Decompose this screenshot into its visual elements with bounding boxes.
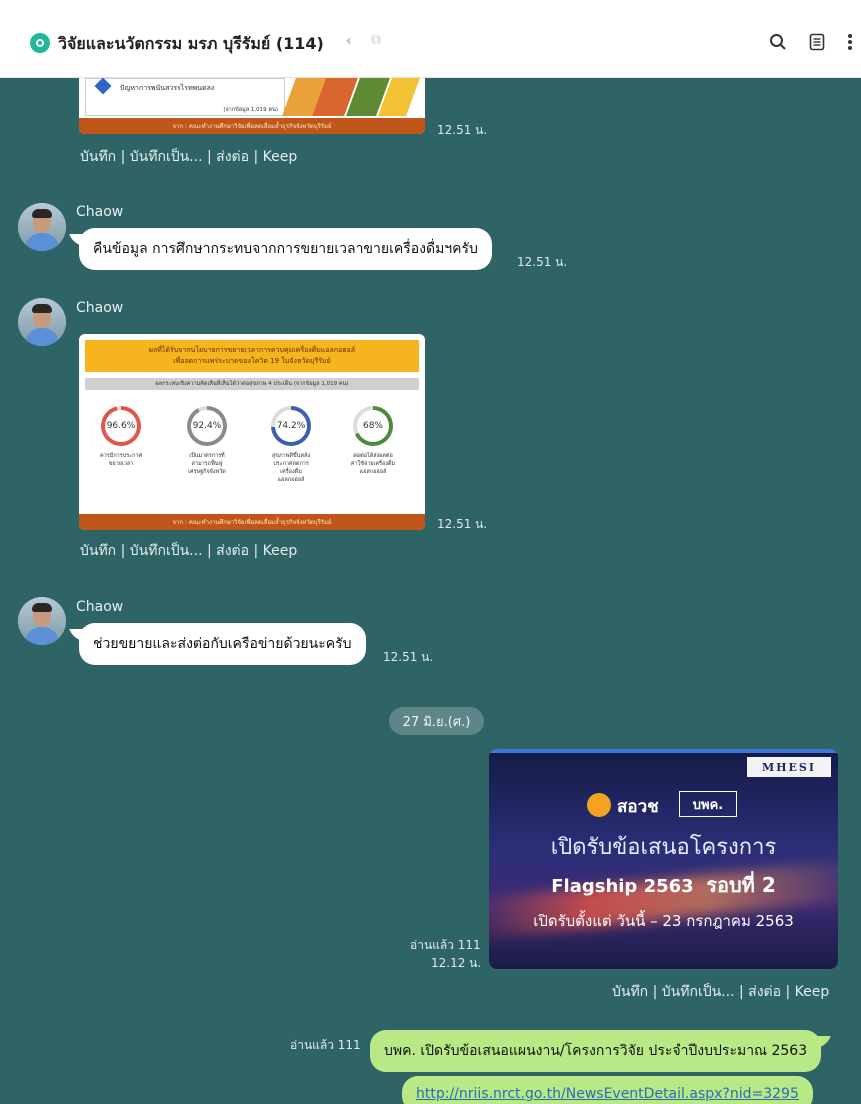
image-banner-line1: ผลที่ได้รับจากนโยบายการขยายเวลาการควบคุม… (148, 346, 356, 354)
image-caption-box: ปัญหาการพนันสวรรไรทพนดลง (จากข้อมูล 1,01… (85, 78, 285, 116)
promo-line2: Flagship 2563 รอบที่ 2 (489, 869, 838, 901)
stat-label: ควรมีการประกาศ ขยายเวลา (99, 453, 143, 467)
sorwor-logo-text: สอวช (617, 797, 659, 817)
copy-icon[interactable]: ⧉ (371, 32, 381, 48)
promo-image[interactable]: MHESI สอวช บพค. เปิดรับข้อเสนอโครงการ Fl… (489, 749, 838, 969)
sender-name: Chaow (76, 599, 124, 615)
chat-header: วิจัยและนวัตกรรม มรภ บุรีรัมย์ (114) 🔈︎ … (0, 0, 861, 78)
read-receipt: อ่านแล้ว 111 (290, 1038, 361, 1052)
image-subtitle: ผลกระทบเชิงความคิดเห็นที่เห็นได้ว่าต่อสุ… (85, 378, 419, 390)
avatar[interactable] (18, 298, 66, 346)
stat-item: 68% ต่อต่อได้ส่งผลต่อ ค่าใช้จ่ายเครื่องด… (349, 406, 397, 476)
message-time: 12.12 น. (431, 956, 482, 970)
sender-name: Chaow (76, 204, 124, 220)
message-time: 12.51 น. (517, 255, 568, 269)
message-bubble[interactable]: ช่วยขยายและส่งต่อกับเครือข่ายด้วยนะครับ (79, 623, 366, 665)
infographic-image-2[interactable]: ผลที่ได้รับจากนโยบายการขยายเวลาการควบคุม… (79, 334, 425, 530)
stat-ring: 96.6% (101, 406, 141, 446)
group-logo-icon (30, 33, 50, 53)
stat-item: 92.4% เป็นมาตรการที่ สามารถฟื้นฟู เศรษฐก… (183, 406, 231, 476)
promo-line3: เปิดรับตั้งแต่ วันนี้ – 23 กรกฎาคม 2563 (533, 912, 794, 930)
promo-line2-a: Flagship 2563 (551, 876, 694, 897)
mhesi-logo: MHESI (747, 757, 831, 777)
stat-item: 96.6% ควรมีการประกาศ ขยายเวลา (97, 406, 145, 468)
message-link[interactable]: http://nriis.nrct.go.th/NewsEventDetail.… (416, 1086, 799, 1102)
image-banner-line2: เพื่อลดการแพร่ระบาดของโควิด 19 ในจังหวัด… (173, 357, 331, 365)
my-message-bubble[interactable]: บพค. เปิดรับข้อเสนอแผนงาน/โครงการวิจัย ป… (370, 1030, 822, 1072)
stat-item: 74.2% สุขภาพดีขึ้นหลัง ประกาศลดการ เครื่… (267, 406, 315, 484)
image-actions[interactable]: บันทึก | บันทึกเป็น... | ส่งต่อ | Keep (80, 540, 297, 562)
promo-line2-b: รอบที่ 2 (706, 873, 776, 897)
image-actions[interactable]: บันทึก | บันทึกเป็น... | ส่งต่อ | Keep (80, 146, 297, 168)
notes-icon[interactable] (805, 30, 829, 54)
image-caption-line1: ปัญหาการพนันสวรรไรทพนดลง (120, 84, 215, 92)
image-footer: จาก : คณะทำงานศึกษาวิจัยเพื่อลดเลื่อมล้ำ… (79, 514, 425, 530)
my-link-bubble[interactable]: http://nriis.nrct.go.th/NewsEventDetail.… (402, 1076, 813, 1104)
sender-name: Chaow (76, 300, 124, 316)
avatar[interactable] (18, 597, 66, 645)
message-time: 12.51 น. (437, 123, 488, 137)
sorwor-logo-icon (587, 793, 611, 817)
image-caption-line2: (จากข้อมูล 1,019 คน) (223, 107, 278, 113)
speaker-muted-icon[interactable]: 🔈︎ (346, 33, 354, 49)
image-banner: ผลที่ได้รับจากนโยบายการขยายเวลาการควบคุม… (85, 340, 419, 372)
stat-label: สุขภาพดีขึ้นหลัง ประกาศลดการ เครื่องดื่ม… (271, 453, 311, 483)
more-vertical-icon[interactable] (838, 30, 861, 54)
date-separator: 27 มิ.ย.(ศ.) (389, 707, 484, 735)
stat-ring: 68% (353, 406, 393, 446)
read-receipt: อ่านแล้ว 111 (410, 938, 481, 952)
infographic-image-1[interactable]: ปัญหาการพนันสวรรไรทพนดลง (จากข้อมูล 1,01… (79, 78, 425, 134)
message-time: 12.51 น. (437, 517, 488, 531)
search-icon[interactable] (766, 30, 790, 54)
message-time: 12.51 น. (383, 650, 434, 664)
image-actions[interactable]: บันทึก | บันทึกเป็น... | ส่งต่อ | Keep (612, 981, 829, 1003)
stat-ring: 74.2% (271, 406, 311, 446)
stat-label: เป็นมาตรการที่ สามารถฟื้นฟู เศรษฐกิจจังห… (188, 453, 226, 475)
promo-topline (489, 749, 838, 753)
bpk-logo: บพค. (679, 791, 737, 817)
chat-title[interactable]: วิจัยและนวัตกรรม มรภ บุรีรัมย์ (114) (58, 32, 324, 57)
image-footer: จาก : คณะทำงานศึกษาวิจัยเพื่อลดเลื่อมล้ำ… (79, 118, 425, 134)
promo-line1: เปิดรับข้อเสนอโครงการ (550, 835, 777, 860)
message-bubble[interactable]: คืนข้อมูล การศึกษากระทบจากการขยายเวลาขาย… (79, 228, 492, 270)
stat-label: ต่อต่อได้ส่งผลต่อ ค่าใช้จ่ายเครื่องดื่ม … (350, 453, 396, 475)
stat-ring: 92.4% (187, 406, 227, 446)
avatar[interactable] (18, 203, 66, 251)
